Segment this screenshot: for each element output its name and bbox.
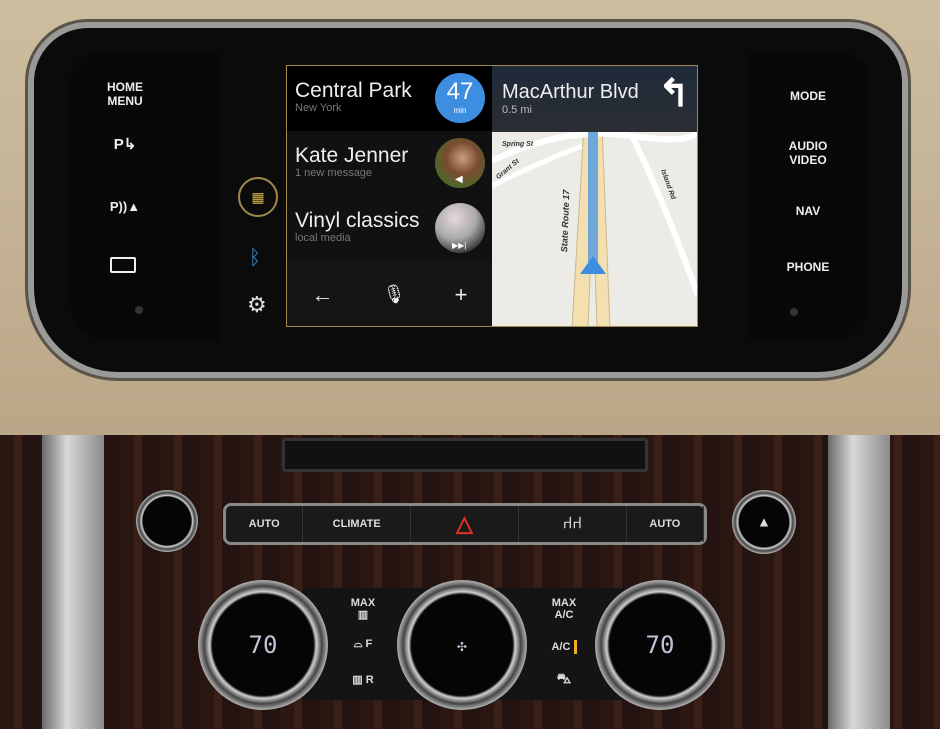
contact-avatar: ◀ xyxy=(435,138,485,188)
silver-trim-right xyxy=(828,435,890,729)
eject-button[interactable]: ▲ xyxy=(732,490,796,554)
rear-defrost-button[interactable]: ▥ R xyxy=(333,674,393,686)
right-temp-knob[interactable]: 70 xyxy=(595,580,725,710)
speaker-icon: ◀ xyxy=(455,174,463,185)
album-art: ▶▶| xyxy=(435,203,485,253)
ac-indicator xyxy=(573,640,577,654)
audio-video-button[interactable]: AUDIO VIDEO xyxy=(763,139,853,167)
apps-grid-icon[interactable]: ▦ xyxy=(238,177,278,217)
turn-left-icon: ↰ xyxy=(658,73,690,115)
indicator-led xyxy=(790,308,798,316)
cd-slot[interactable] xyxy=(282,438,648,472)
back-arrow-icon[interactable]: ← xyxy=(312,282,334,308)
left-temp: 70 xyxy=(248,631,278,659)
front-label: F xyxy=(365,638,373,650)
max-ac-button[interactable]: MAX A/C xyxy=(534,597,594,621)
hazard-icon[interactable]: △ xyxy=(411,506,519,542)
microphone-icon[interactable]: 🎙︎ xyxy=(383,284,406,305)
home-menu-button[interactable]: HOME MENU xyxy=(80,80,170,108)
max-defrost-button[interactable]: MAX ▥ xyxy=(333,597,393,621)
turn-card: MacArthur Blvd 0.5 mi ↰ xyxy=(492,66,697,132)
recirculation-icon[interactable]: ⛍ xyxy=(534,671,594,685)
media-card[interactable]: Vinyl classics local media ▶▶| xyxy=(287,196,492,261)
settings-gear-icon[interactable]: ⚙ xyxy=(247,292,267,318)
nav-button[interactable]: NAV xyxy=(763,204,853,218)
skip-next-icon[interactable]: ▶▶| xyxy=(452,241,466,250)
right-temp: 70 xyxy=(645,631,675,659)
plus-icon[interactable]: + xyxy=(455,282,468,308)
navigation-map[interactable]: Spring St Grant St State Route 17 Island… xyxy=(492,66,697,326)
fan-icon: ✣ xyxy=(457,635,467,655)
rear-label: R xyxy=(365,674,374,686)
ac-label: A/C xyxy=(551,640,571,653)
seat-heat-icon[interactable]: ⑁⑁ xyxy=(519,506,627,542)
max-label: MAX xyxy=(350,597,376,609)
eta-value: 47 xyxy=(446,78,474,105)
auto-right-button[interactable]: AUTO xyxy=(627,506,705,542)
eta-badge: 47 min xyxy=(435,73,485,123)
volume-knob[interactable] xyxy=(136,490,198,552)
climate-button-row: AUTO CLIMATE △ ⑁⑁ AUTO xyxy=(223,503,707,545)
front-defrost-button[interactable]: ⌓ F xyxy=(333,638,393,650)
park-distance-icon[interactable]: P))▲ xyxy=(80,200,170,214)
destination-card[interactable]: Central Park New York 47 min xyxy=(287,66,492,131)
indicator-led xyxy=(135,306,143,314)
mode-button[interactable]: MODE xyxy=(763,89,853,103)
phone-button[interactable]: PHONE xyxy=(763,260,853,274)
android-auto-screen: Central Park New York 47 min Kate Jenner… xyxy=(286,65,698,327)
silver-trim-left xyxy=(42,435,104,729)
park-exit-icon[interactable]: P↳ xyxy=(80,137,170,152)
message-card[interactable]: Kate Jenner 1 new message ◀ xyxy=(287,131,492,196)
left-temp-knob[interactable]: 70 xyxy=(198,580,328,710)
climate-button[interactable]: CLIMATE xyxy=(303,506,412,542)
eta-unit: min xyxy=(453,106,467,115)
bottom-bar: ← 🎙︎ + xyxy=(287,261,492,326)
street-label: Spring St xyxy=(502,141,534,148)
ac-button[interactable]: A/C xyxy=(534,640,594,654)
camera-icon[interactable] xyxy=(110,257,136,273)
fan-speed-knob[interactable]: ✣ xyxy=(397,580,527,710)
auto-left-button[interactable]: AUTO xyxy=(226,506,304,542)
bluetooth-icon[interactable]: ᛒ xyxy=(249,247,261,270)
